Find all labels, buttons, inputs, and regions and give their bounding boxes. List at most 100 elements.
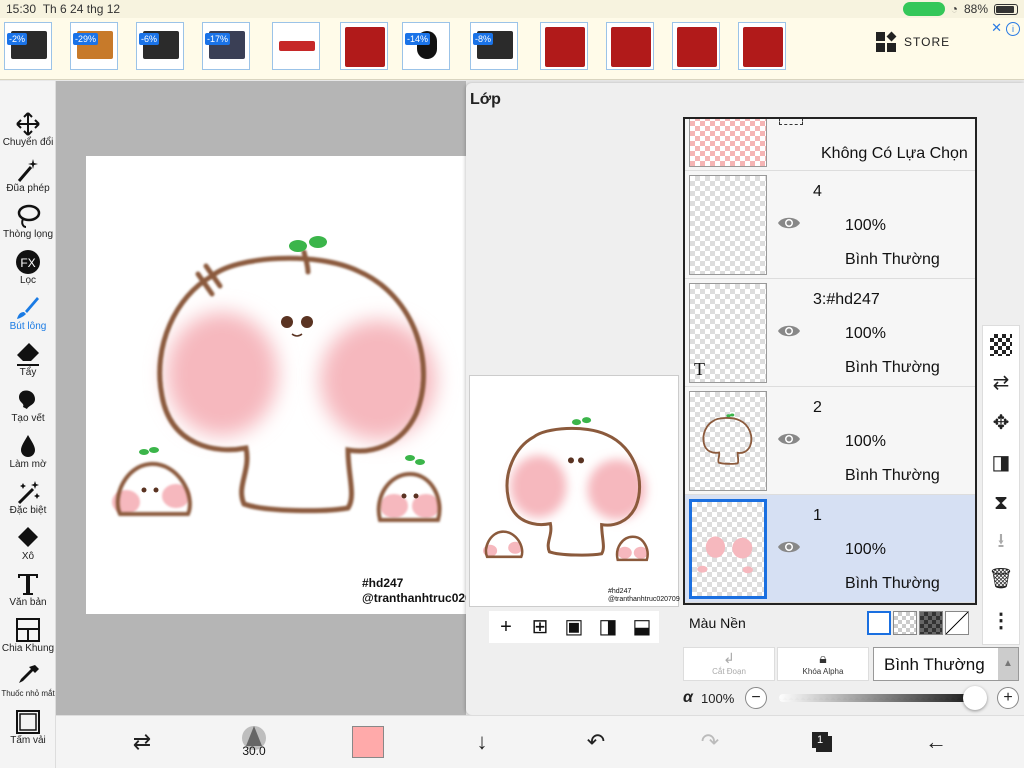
brush-eraser-swap-icon[interactable]: ⇄ (126, 726, 158, 758)
flip-vertical-icon[interactable]: ⬓ (631, 616, 653, 638)
camera-in-use-icon (902, 2, 945, 16)
special-brush-icon (17, 481, 40, 505)
background-color-row: Màu Nền (683, 605, 977, 639)
ad-product[interactable] (606, 22, 654, 70)
layer-row-4[interactable]: 4 100% Bình Thường (685, 171, 975, 279)
alpha-lock-button[interactable]: 🔒︎ Khóa Alpha (777, 647, 869, 681)
battery-icon (994, 3, 1018, 15)
ad-close-icon[interactable]: ✕ (991, 20, 1002, 36)
visibility-eye-icon[interactable] (777, 431, 801, 447)
tool-blur[interactable]: Làm mờ (0, 431, 56, 475)
lock-icon: 🔒︎ (819, 650, 827, 666)
flip-rotate-icon[interactable]: ◨ (988, 450, 1014, 476)
visibility-eye-icon[interactable] (777, 539, 801, 555)
bg-transparent-swatch[interactable] (893, 611, 917, 635)
opacity-slider-knob[interactable] (963, 686, 987, 710)
camera-icon[interactable]: ▣ (563, 616, 585, 638)
bg-white-swatch[interactable] (867, 611, 891, 635)
tool-brush[interactable]: Bút lông (0, 293, 56, 337)
battery-percent: 88% (963, 2, 988, 16)
ad-product[interactable]: -8% (470, 22, 518, 70)
layer-thumbnail (689, 175, 767, 275)
layer-thumbnail (689, 391, 767, 491)
checkerboard-icon[interactable] (990, 334, 1012, 356)
ad-product[interactable]: -17% (202, 22, 250, 70)
ad-product[interactable] (738, 22, 786, 70)
small-character-right (376, 455, 442, 522)
tool-filter[interactable]: FX Lọc (0, 247, 56, 291)
frame-divide-icon (16, 618, 40, 642)
more-options-icon[interactable]: ⋮ (988, 608, 1014, 634)
store-button[interactable]: STORE (876, 31, 950, 52)
selection-layer-row[interactable]: Không Có Lựa Chọn (685, 119, 975, 171)
ad-product[interactable]: -29% (70, 22, 118, 70)
brush-size-button[interactable]: 30.0 (236, 724, 272, 760)
eyedropper-icon (19, 665, 39, 683)
add-layer-icon[interactable]: + (495, 616, 517, 638)
clipping-icon: ↲ (723, 650, 735, 666)
flip-vertical-icon[interactable]: ⧗ (988, 490, 1014, 516)
bg-none-swatch[interactable] (945, 611, 969, 635)
tool-lasso[interactable]: Thòng lọng (0, 201, 56, 245)
layers-button[interactable]: 1 (808, 728, 834, 754)
ad-product[interactable] (672, 22, 720, 70)
preview-illustration (483, 417, 649, 562)
tool-text[interactable]: Văn bản (0, 569, 56, 613)
tool-magic-wand[interactable]: Đũa phép (0, 155, 56, 199)
bg-dark-swatch[interactable] (919, 611, 943, 635)
tool-bucket[interactable]: Xô (0, 523, 56, 567)
back-arrow-icon[interactable]: ← (920, 726, 952, 758)
layer-swap-icon[interactable]: ⇄ (988, 370, 1014, 396)
tool-eyedropper[interactable]: Thuốc nhỏ mắt (0, 661, 56, 705)
tool-canvas[interactable]: Tấm vải (0, 707, 56, 751)
ad-product[interactable] (340, 22, 388, 70)
layer-action-bar: ↲ Cắt Đoạn 🔒︎ Khóa Alpha Bình Thường ▲ (683, 647, 1024, 683)
ad-banner[interactable]: -2% -29% -6% -17% -14% -8% STORE ✕ i (0, 18, 1024, 80)
layer-row-2[interactable]: 2 100% Bình Thường (685, 387, 975, 495)
layer-thumbnail (689, 499, 767, 599)
layer-row-1[interactable]: 1 100% Bình Thường (685, 495, 975, 603)
ad-product[interactable] (272, 22, 320, 70)
sprout (289, 236, 327, 252)
tool-transform[interactable]: Chuyển đổi (0, 109, 56, 153)
visibility-eye-icon[interactable] (777, 323, 801, 339)
arrow-down-icon[interactable]: ↓ (466, 726, 498, 758)
ad-product[interactable]: -6% (136, 22, 184, 70)
small-character-left (112, 447, 192, 516)
tool-sidebar: Chuyển đổi Đũa phép Thòng lọng FX Lọc Bú… (0, 81, 56, 768)
dropdown-arrow-icon: ▲ (998, 648, 1018, 680)
drawing-canvas[interactable]: #hd247 @tranthanhtruc020 (86, 156, 504, 614)
status-bar: 15:30 Th 6 24 thg 12 ◔ 88% (0, 0, 1024, 18)
opacity-minus-button[interactable]: − (745, 687, 767, 709)
flip-horizontal-icon[interactable]: ◨ (597, 616, 619, 638)
tool-eraser[interactable]: Tẩy (0, 339, 56, 383)
layer-tools-strip: ⇄ ✥ ◨ ⧗ ⭳ 🗑 ⋮ (982, 325, 1020, 645)
layer-preview: #hd247 @tranthanhtruc020709 (469, 375, 680, 607)
blend-mode-select[interactable]: Bình Thường ▲ (873, 647, 1019, 681)
ad-product[interactable]: -2% (4, 22, 52, 70)
selection-marquee-icon (779, 119, 803, 125)
canvas-watermark: #hd247 @tranthanhtruc020 (362, 576, 472, 605)
clipping-button[interactable]: ↲ Cắt Đoạn (683, 647, 775, 681)
trash-icon[interactable]: 🗑 (988, 566, 1014, 592)
opacity-slider[interactable] (779, 694, 975, 702)
visibility-eye-icon[interactable] (777, 215, 801, 231)
text-layer-glyph: T (694, 359, 705, 379)
layer-row-3[interactable]: T 3:#hd247 100% Bình Thường (685, 279, 975, 387)
tool-frame-divider[interactable]: Chia Khung (0, 615, 56, 659)
add-layer-copy-icon[interactable]: ⊞ (529, 616, 551, 638)
move-layer-icon[interactable]: ✥ (988, 410, 1014, 436)
ad-info-icon[interactable]: i (1006, 22, 1020, 36)
blur-drop-icon (21, 435, 35, 457)
undo-icon[interactable]: ↶ (580, 726, 612, 758)
ad-product[interactable]: -14% (402, 22, 450, 70)
tool-smudge[interactable]: Tạo vết (0, 385, 56, 429)
ad-product[interactable] (540, 22, 588, 70)
current-color-swatch[interactable] (352, 726, 384, 758)
tool-special[interactable]: Đặc biệt (0, 477, 56, 521)
canvas-icon (16, 710, 40, 734)
opacity-plus-button[interactable]: + (997, 687, 1019, 709)
opacity-slider-row: α 100% − + (683, 685, 1024, 711)
left-eye (281, 316, 293, 328)
bucket-icon (18, 527, 38, 547)
